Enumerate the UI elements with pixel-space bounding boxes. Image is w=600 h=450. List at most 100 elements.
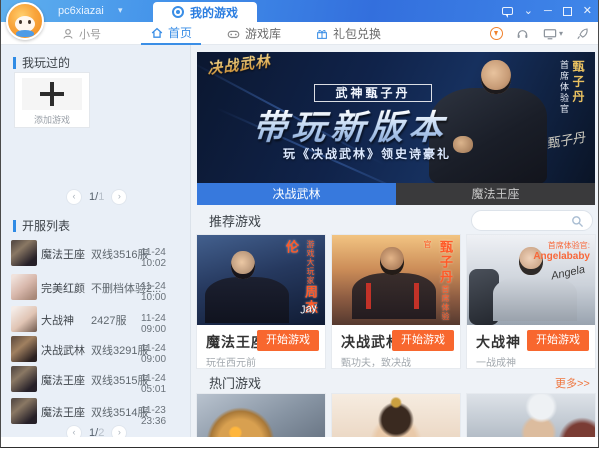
card-figure-head	[231, 251, 255, 279]
plus-icon	[22, 78, 82, 110]
game-avatar	[11, 240, 37, 266]
display-mode-dropdown[interactable]: ▾	[542, 26, 563, 41]
banner-headline-big: 带玩新版本	[251, 100, 449, 149]
my-games-icon	[172, 6, 184, 18]
server-name: 双线3514服	[91, 404, 148, 420]
booster-rocket-icon[interactable]	[575, 26, 590, 41]
start-game-button[interactable]: 开始游戏	[392, 330, 454, 351]
app-logo-avatar[interactable]	[6, 2, 44, 40]
played-games-heading: 我玩过的	[13, 54, 70, 71]
gift-icon	[315, 27, 329, 41]
banner-game-logo: 决战武林	[206, 52, 272, 79]
pager-next-button[interactable]: ›	[112, 426, 126, 437]
server-game-name: 大战神	[41, 312, 74, 328]
monitor-icon	[542, 26, 558, 41]
card-figure	[205, 277, 289, 323]
server-list-row[interactable]: 完美红颜 不删档体验2... 11-24 10:00	[1, 273, 191, 303]
gamepad-icon	[226, 27, 241, 41]
game-card-art[interactable]: 游戏大玩家周杰伦 Jay	[197, 235, 325, 325]
pager-total: 2	[98, 427, 104, 437]
tab-my-games[interactable]: 我的游戏	[153, 2, 257, 22]
account-label: 小号	[79, 26, 101, 42]
server-name: 2427服	[91, 312, 126, 328]
app-window: pc6xiazai ▾ 我的游戏 ⌄ ─ ✕ 小号	[0, 0, 599, 448]
toolbar: 小号 首页 游戏库	[1, 22, 598, 45]
hot-game-thumb-warrior[interactable]	[467, 394, 595, 437]
nav-tab-home-label: 首页	[168, 24, 192, 41]
content-area: 我玩过的 添加游戏 ‹ 1/1 › 开服列表 魔法王座 双线3516服 11-2…	[1, 45, 598, 437]
app-title-caret-icon[interactable]: ▾	[118, 5, 123, 16]
server-game-name: 魔法王座	[41, 246, 85, 262]
title-bar: pc6xiazai ▾ 我的游戏 ⌄ ─ ✕	[1, 0, 598, 22]
my-games-label: 我的游戏	[190, 4, 238, 21]
nav-tab-home[interactable]: 首页	[141, 22, 201, 45]
skin-chevron-icon[interactable]: ⌄	[524, 6, 533, 17]
nav-tab-game-library[interactable]: 游戏库	[217, 22, 290, 45]
game-avatar	[11, 366, 37, 392]
headset-icon[interactable]	[515, 26, 530, 41]
server-list-row[interactable]: 魔法王座 双线3514服 11-23 23:36	[1, 397, 191, 427]
promo-fire-icon[interactable]	[490, 27, 503, 40]
game-slogan: 甄功夫，致决战	[341, 354, 411, 369]
hot-game-thumb-emperor[interactable]	[332, 394, 460, 437]
card-figure	[493, 275, 577, 321]
logo-eye	[19, 20, 22, 24]
app-title: pc6xiazai	[58, 5, 104, 17]
sidebar: 我玩过的 添加游戏 ‹ 1/1 › 开服列表 魔法王座 双线3516服 11-2…	[1, 45, 191, 437]
start-game-button[interactable]: 开始游戏	[527, 330, 589, 351]
server-game-name: 完美红颜	[41, 280, 85, 296]
card-signature: Angela	[550, 264, 586, 283]
hot-games-heading: 热门游戏	[209, 373, 261, 392]
server-list-row[interactable]: 魔法王座 双线3515服 11-24 05:01	[1, 365, 191, 395]
logo-collar	[16, 30, 34, 37]
server-name: 双线3515服	[91, 372, 148, 388]
server-list-title: 开服列表	[22, 217, 70, 234]
account-switcher[interactable]: 小号	[61, 26, 101, 42]
card-endorser-label: 甄子丹首席体验官	[418, 240, 455, 325]
game-card-juezhanwulin: 甄子丹首席体验官 决战武林 开始游戏 甄功夫，致决战	[332, 235, 460, 368]
server-game-name: 魔法王座	[41, 372, 85, 388]
pager-next-button[interactable]: ›	[112, 190, 126, 204]
server-open-time: 11-24 10:00	[141, 281, 191, 303]
search-input[interactable]	[482, 213, 568, 228]
game-slogan: 玩在西元前	[206, 354, 256, 369]
banner-figure-fist	[453, 136, 473, 153]
played-games-pager: ‹ 1/1 ›	[67, 190, 126, 204]
banner-tabs: 决战武林 魔法王座	[197, 183, 595, 205]
hero-banner[interactable]: 决战武林 武神甄子丹 带玩新版本 玩《决战武林》领史诗豪礼 甄子丹 首席体验官 …	[197, 52, 595, 183]
search-box	[471, 210, 593, 231]
start-game-button[interactable]: 开始游戏	[257, 330, 319, 351]
server-list-row[interactable]: 决战武林 双线3291服 11-24 09:00	[1, 335, 191, 365]
banner-endorser-title: 首席体验官	[558, 60, 571, 115]
maximize-button[interactable]	[563, 7, 572, 16]
banner-figure-head	[481, 60, 511, 94]
nav-tab-gift-exchange-label: 礼包兑换	[333, 25, 381, 42]
server-open-time: 11-24 10:02	[141, 247, 191, 269]
server-list-row[interactable]: 大战神 2427服 11-24 09:00	[1, 305, 191, 335]
game-avatar	[11, 336, 37, 362]
main-panel: 决战武林 武神甄子丹 带玩新版本 玩《决战武林》领史诗豪礼 甄子丹 首席体验官 …	[191, 45, 598, 437]
game-card-art[interactable]: 甄子丹首席体验官	[332, 235, 460, 325]
pager-prev-button[interactable]: ‹	[67, 426, 81, 437]
armor-tassel	[366, 283, 371, 309]
server-open-time: 11-23 23:36	[141, 405, 191, 427]
card-figure-head	[380, 247, 404, 275]
minimize-button[interactable]: ─	[544, 6, 552, 17]
server-list-heading: 开服列表	[13, 217, 70, 234]
recommended-heading: 推荐游戏	[209, 211, 261, 230]
feedback-chat-icon[interactable]	[502, 7, 513, 15]
hot-game-thumb-wukong[interactable]	[197, 394, 325, 437]
search-icon[interactable]	[570, 214, 585, 229]
hot-games-more-link[interactable]: 更多>>	[555, 375, 590, 391]
nav-tab-gift-exchange[interactable]: 礼包兑换	[306, 22, 390, 45]
game-card-art[interactable]: 首席体验官: Angelababy Angela	[467, 235, 595, 325]
add-game-button[interactable]: 添加游戏	[15, 73, 89, 127]
heading-accent-bar	[13, 57, 16, 69]
banner-tab-juezhanwulin[interactable]: 决战武林	[197, 183, 396, 205]
server-list-row[interactable]: 魔法王座 双线3516服 11-24 10:02	[1, 239, 191, 269]
close-button[interactable]: ✕	[583, 6, 592, 17]
banner-tab-mofawangzuo[interactable]: 魔法王座	[396, 183, 595, 205]
pager-prev-button[interactable]: ‹	[67, 190, 81, 204]
game-title: 大战神	[476, 332, 521, 352]
server-name: 双线3516服	[91, 246, 148, 262]
